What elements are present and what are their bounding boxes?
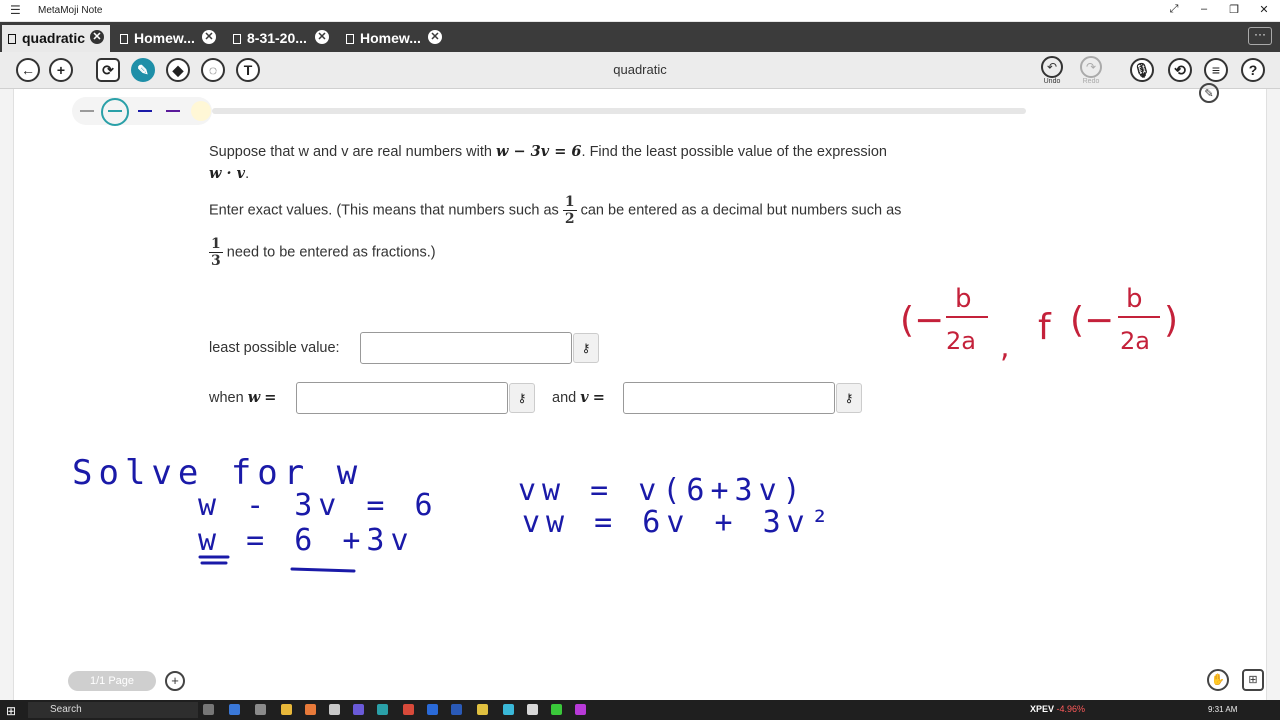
tab-8-31-20[interactable]: 8-31-20... ✕ [227, 25, 335, 52]
svg-text:f: f [1038, 307, 1052, 348]
tab-bar: quadratic ✕ Homew... ✕ 8-31-20... ✕ Home… [0, 22, 1280, 52]
windows-taskbar: ⊞ Search XPEV -4.96% 9:31 AM [0, 700, 1280, 720]
svg-text:): ) [1164, 300, 1178, 341]
file-explorer-icon[interactable] [281, 704, 292, 715]
red-ink: (− b 2a , f (− b 2a ) [900, 284, 1178, 365]
document-icon [120, 34, 128, 44]
taskbar-app-icon[interactable] [229, 704, 240, 715]
taskbar-app-icon[interactable] [503, 704, 514, 715]
taskbar-app-icon[interactable] [255, 704, 266, 715]
taskbar-search-box[interactable]: Search [28, 702, 198, 718]
redo-button[interactable]: ↷ Redo [1076, 56, 1106, 85]
teams-icon[interactable] [353, 704, 364, 715]
title-bar: ☰ MetaMoji Note ⤢ – ❐ ✕ [0, 0, 1280, 22]
taskbar-app-icon[interactable] [329, 704, 340, 715]
windows-start-icon[interactable]: ⊞ [6, 704, 16, 718]
close-window-button[interactable]: ✕ [1254, 3, 1274, 16]
redo-icon: ↷ [1080, 56, 1102, 78]
zoom-page-icon[interactable]: ⊞ [1242, 669, 1264, 691]
taskbar-app-icon[interactable] [551, 704, 562, 715]
undo-icon: ↶ [1041, 56, 1063, 78]
svg-text:b: b [1126, 284, 1143, 314]
note-page[interactable]: ✎ Suppose that w and v are real numbers … [0, 83, 1280, 700]
svg-text:2a: 2a [1120, 327, 1150, 355]
ink-step1: w - 3v = 6 [198, 488, 439, 523]
handwriting-layer: (− b 2a , f (− b 2a ) Solve for w w - 3v… [72, 284, 1178, 573]
app-title: MetaMoji Note [38, 5, 103, 16]
svg-text:2a: 2a [946, 327, 976, 355]
page-indicator[interactable]: 1/1 Page [68, 671, 156, 691]
document-icon [346, 34, 354, 44]
outlook-icon[interactable] [427, 704, 438, 715]
restore-button[interactable]: ❐ [1224, 3, 1244, 16]
redo-label: Redo [1082, 78, 1100, 85]
tab-label: Homew... [360, 30, 421, 46]
add-page-icon[interactable]: + [165, 671, 185, 691]
toolbar: ← + ⟳ ✎ ◆ ◌ T quadratic ↶ Undo ↷ Redo 🎙 … [0, 52, 1280, 89]
tab-label: 8-31-20... [247, 30, 307, 46]
menu-icon[interactable]: ≡ [1204, 58, 1228, 82]
close-tab-icon[interactable]: ✕ [428, 30, 442, 44]
tab-label: Homew... [134, 30, 195, 46]
ink-vertex-formula: (− [900, 300, 944, 341]
ink-step2: w = 6 +3v [198, 523, 415, 558]
blue-ink: Solve for w w - 3v = 6 w = 6 +3v vw = v(… [72, 453, 835, 558]
svg-text:,: , [1000, 330, 1010, 365]
taskbar-app-icon[interactable] [527, 704, 538, 715]
stock-ticker[interactable]: XPEV -4.96% [1030, 704, 1085, 714]
minimize-button[interactable]: – [1194, 3, 1214, 15]
tab-quadratic[interactable]: quadratic ✕ [2, 25, 110, 52]
undo-label: Undo [1043, 78, 1061, 85]
taskbar-app-icon[interactable] [575, 704, 586, 715]
more-options-button[interactable]: ··· [1248, 27, 1272, 45]
close-tab-icon[interactable]: ✕ [202, 30, 216, 44]
document-icon [233, 34, 241, 44]
share-icon[interactable]: ⟲ [1168, 58, 1192, 82]
close-tab-icon[interactable]: ✕ [315, 30, 329, 44]
undo-button[interactable]: ↶ Undo [1037, 56, 1067, 85]
hamburger-menu-icon[interactable]: ☰ [10, 3, 21, 17]
tab-label: quadratic [22, 30, 86, 46]
ink-underlines [198, 555, 356, 573]
chrome-icon[interactable] [477, 704, 488, 715]
help-icon[interactable]: ? [1241, 58, 1265, 82]
microphone-icon[interactable]: 🎙 [1130, 58, 1154, 82]
tab-homework-1[interactable]: Homew... ✕ [114, 25, 222, 52]
taskbar-app-icon[interactable] [403, 704, 414, 715]
system-clock[interactable]: 9:31 AM [1208, 705, 1237, 714]
firefox-icon[interactable] [305, 704, 316, 715]
document-icon [8, 34, 16, 44]
ink-sub2: vw = 6v + 3v² [522, 505, 835, 540]
task-view-icon[interactable] [203, 704, 214, 715]
tab-homework-2[interactable]: Homew... ✕ [340, 25, 448, 52]
metamoji-icon[interactable] [377, 704, 388, 715]
hand-tool-icon[interactable]: ✋ [1207, 669, 1229, 691]
ink-sub1: vw = v(6+3v) [518, 473, 807, 508]
close-tab-icon[interactable]: ✕ [90, 30, 104, 44]
svg-text:b: b [955, 284, 972, 314]
word-icon[interactable] [451, 704, 462, 715]
ink-solve-heading: Solve for w [72, 453, 363, 493]
fullscreen-icon[interactable]: ⤢ [1164, 3, 1184, 16]
svg-text:(−: (− [1070, 300, 1114, 341]
